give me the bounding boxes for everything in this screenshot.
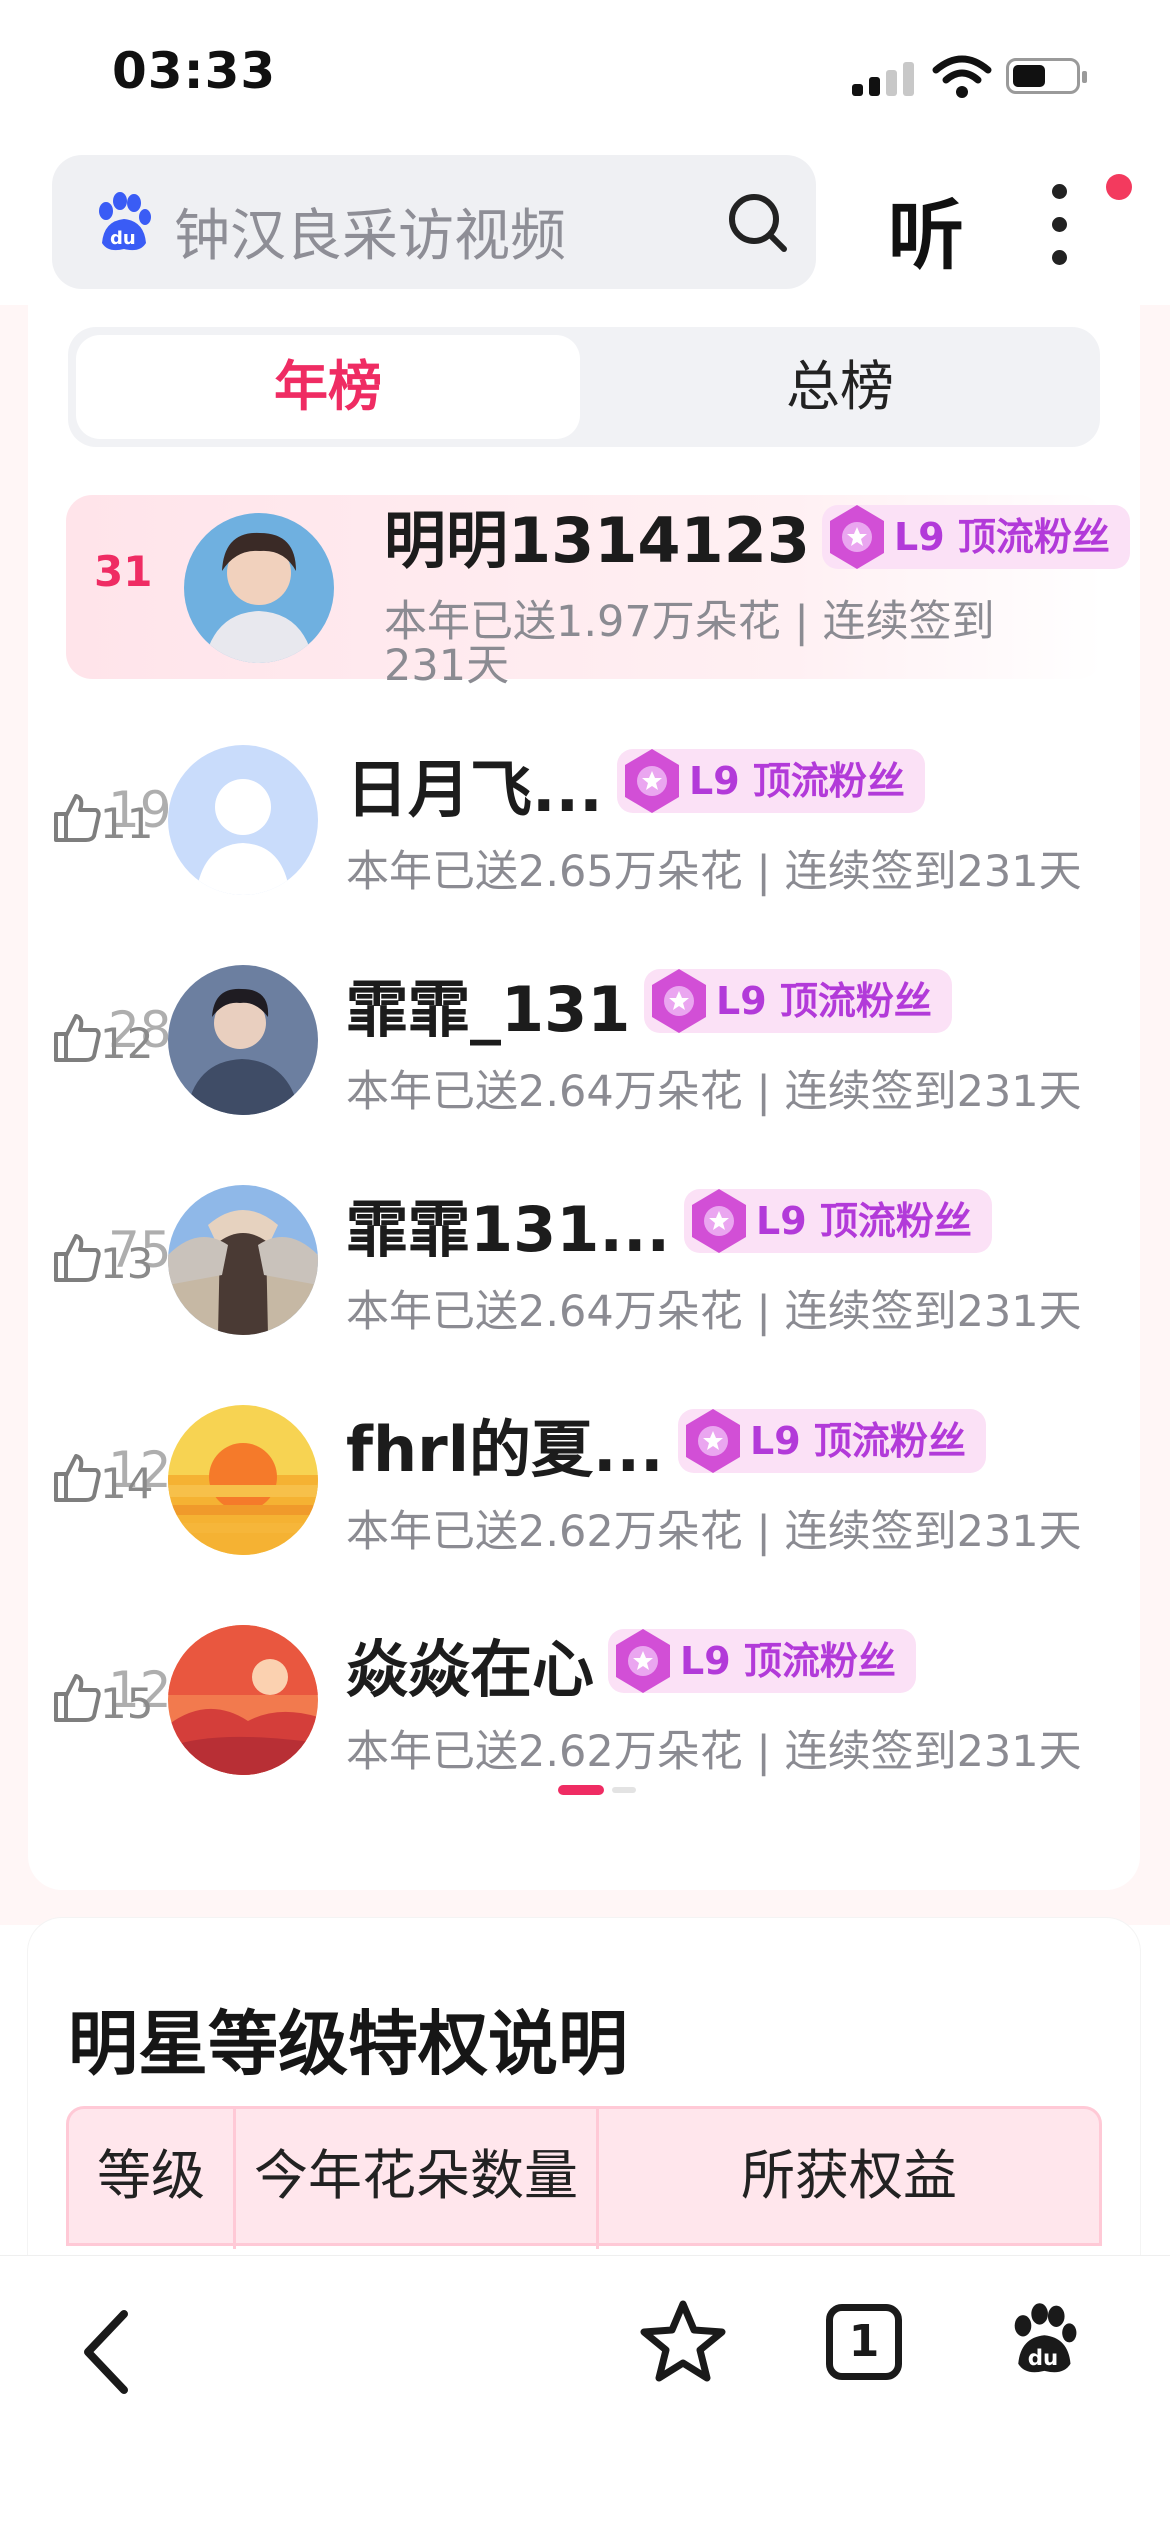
baidu-logo-icon: du <box>99 192 151 251</box>
fan-stats: 本年已送2.65万朵花 | 连续签到231天 <box>346 847 1082 897</box>
fan-badge: L9 顶流粉丝 <box>644 969 952 1033</box>
search-bar[interactable]: du 钟汉良采访视频 <box>52 155 816 289</box>
privilege-table-header: 等级 今年花朵数量 所获权益 <box>66 2106 1102 2249</box>
signal-icon <box>852 62 916 96</box>
fan-level-icon <box>616 1629 670 1693</box>
avatar[interactable] <box>168 1405 318 1555</box>
fan-name[interactable]: 焱焱在心 <box>346 1619 594 1709</box>
wifi-icon <box>932 55 992 98</box>
fan-badge: L9 顶流粉丝 <box>678 1409 986 1473</box>
fan-badge: L9 顶流粉丝 <box>684 1189 992 1253</box>
like-icon[interactable] <box>50 1232 102 1284</box>
like-count: 15 <box>100 1679 154 1728</box>
bottom-toolbar: 1 du <box>0 2255 1170 2532</box>
page-indicator <box>558 1785 638 1795</box>
fan-name[interactable]: 日月飞... <box>346 739 603 829</box>
fan-badge-label: L9 顶流粉丝 <box>716 979 932 1023</box>
column-level: 等级 <box>97 2144 205 2207</box>
tab-overall[interactable]: 总榜 <box>588 335 1092 439</box>
fan-name[interactable]: 霏霏131... <box>346 1179 670 1269</box>
like-count: 14 <box>100 1459 154 1508</box>
like-button[interactable]: 75 13 <box>50 1221 172 1288</box>
column-flower-count: 今年花朵数量 <box>254 2144 578 2207</box>
avatar[interactable] <box>184 513 334 663</box>
fan-badge-label: L9 顶流粉丝 <box>680 1639 896 1683</box>
like-count: 13 <box>100 1239 154 1288</box>
avatar[interactable] <box>168 965 318 1115</box>
search-icon[interactable] <box>726 191 790 255</box>
like-button[interactable]: 127 15 <box>50 1661 203 1728</box>
battery-icon <box>1006 58 1087 94</box>
my-rank-number: 31 <box>94 547 153 596</box>
notification-dot <box>1106 174 1132 200</box>
avatar[interactable] <box>168 1185 318 1335</box>
ranking-card: 年榜 总榜 31 明明1314123 本年已送1.97万朵花 | 连续签到 23… <box>28 305 1140 1890</box>
svg-text:du: du <box>110 228 136 249</box>
fan-stats: 本年已送2.64万朵花 | 连续签到231天 <box>346 1287 1082 1337</box>
listen-button[interactable]: 听 <box>888 174 964 284</box>
baidu-home-icon[interactable]: du <box>1004 2300 1080 2380</box>
fan-badge: L9 顶流粉丝 <box>608 1629 916 1693</box>
fan-level-icon <box>830 505 884 569</box>
like-icon[interactable] <box>50 792 102 844</box>
my-name: 明明1314123 <box>384 504 810 577</box>
status-time: 03:33 <box>112 42 277 100</box>
fan-badge-label: L9 顶流粉丝 <box>689 759 905 803</box>
like-button[interactable]: 282 12 <box>50 1001 203 1068</box>
status-bar: 03:33 <box>0 0 1170 140</box>
my-fan-badge: L9 顶流粉丝 <box>822 505 1130 569</box>
fan-badge-label: L9 顶流粉丝 <box>756 1199 972 1243</box>
ranking-tabs: 年榜 总榜 <box>68 327 1100 447</box>
fan-stats: 本年已送2.62万朵花 | 连续签到231天 <box>346 1727 1082 1777</box>
favorite-star-icon[interactable] <box>640 2298 726 2384</box>
privilege-title: 明星等级特权说明 <box>68 2003 628 2085</box>
like-icon[interactable] <box>50 1012 102 1064</box>
like-count: 11 <box>100 799 154 848</box>
more-menu-icon[interactable] <box>1040 180 1080 270</box>
my-stats-line2: 231天 <box>384 641 510 691</box>
like-button[interactable]: 193 11 <box>50 781 203 848</box>
svg-text:du: du <box>1028 2346 1059 2371</box>
fan-stats: 本年已送2.64万朵花 | 连续签到231天 <box>346 1067 1082 1117</box>
fan-badge: L9 顶流粉丝 <box>617 749 925 813</box>
fan-name[interactable]: 霏霏_131 <box>346 959 630 1049</box>
fan-badge-label: L9 顶流粉丝 <box>750 1419 966 1463</box>
fan-level-icon <box>652 969 706 1033</box>
search-input[interactable]: 钟汉良采访视频 <box>174 191 566 272</box>
my-fan-badge-label: L9 顶流粉丝 <box>894 515 1110 559</box>
like-icon[interactable] <box>50 1452 102 1504</box>
fan-level-icon <box>625 749 679 813</box>
like-count: 12 <box>100 1019 154 1068</box>
fan-stats: 本年已送2.62万朵花 | 连续签到231天 <box>346 1507 1082 1557</box>
fan-level-icon <box>686 1409 740 1473</box>
avatar[interactable] <box>168 1625 318 1775</box>
like-icon[interactable] <box>50 1672 102 1724</box>
like-button[interactable]: 125 14 <box>50 1441 203 1508</box>
tab-count-button[interactable]: 1 <box>826 2304 902 2380</box>
tab-yearly[interactable]: 年榜 <box>76 335 580 439</box>
fan-name[interactable]: fhrl的夏... <box>346 1399 664 1489</box>
fan-level-icon <box>692 1189 746 1253</box>
back-icon[interactable] <box>76 2306 136 2398</box>
column-benefits: 所获权益 <box>741 2144 957 2207</box>
avatar[interactable] <box>168 745 318 895</box>
